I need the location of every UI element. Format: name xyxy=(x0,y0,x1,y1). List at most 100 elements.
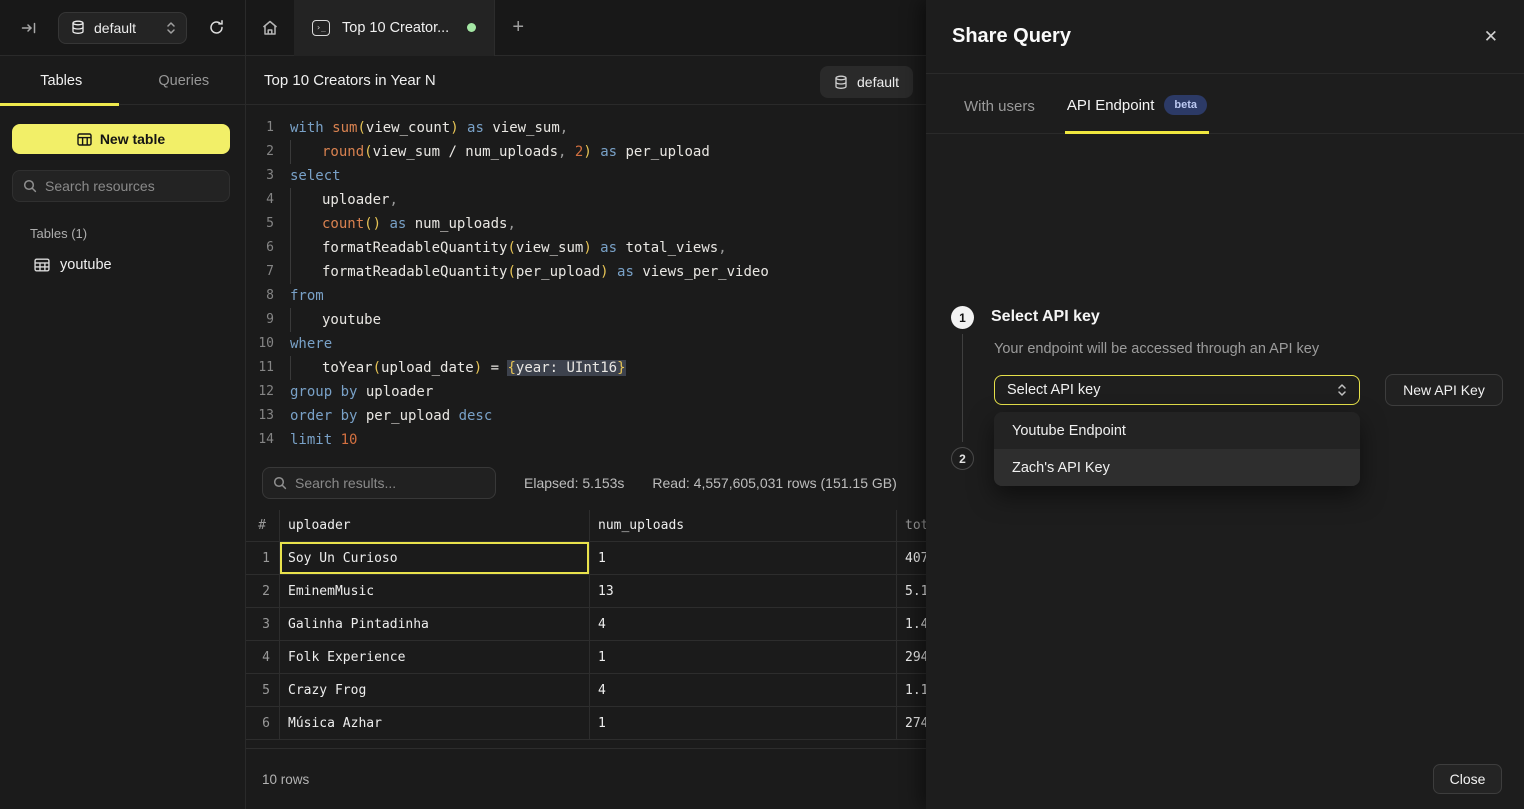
step-1-description: Your endpoint will be accessed through a… xyxy=(994,341,1319,357)
app-window: default ›_ Top 10 Creator... + xyxy=(0,0,1524,809)
new-table-label: New table xyxy=(100,131,165,147)
cell-num-uploads[interactable]: 4 xyxy=(590,674,897,706)
indent-guide xyxy=(290,308,322,332)
column-header-uploader[interactable]: uploader xyxy=(280,510,590,541)
indent-guide xyxy=(290,260,322,284)
topbar-left-section: default xyxy=(0,0,246,56)
new-api-key-button[interactable]: New API Key xyxy=(1385,374,1503,406)
line-number: 9 xyxy=(246,308,274,332)
read-stat: Read: 4,557,605,031 rows (151.15 GB) xyxy=(652,475,896,491)
query-tab-label: Top 10 Creator... xyxy=(342,20,449,36)
api-key-select[interactable]: Select API key xyxy=(994,375,1360,405)
table-icon xyxy=(77,133,92,146)
share-panel-title: Share Query xyxy=(952,25,1071,48)
search-icon xyxy=(23,179,37,193)
row-index: 5 xyxy=(246,674,280,706)
cell-num-uploads[interactable]: 4 xyxy=(590,608,897,640)
line-number: 6 xyxy=(246,236,274,260)
database-icon xyxy=(834,75,848,90)
code-text: formatReadableQuantity(view_sum) as tota… xyxy=(290,236,727,260)
cell-num-uploads[interactable]: 1 xyxy=(590,641,897,673)
api-key-step: 1 2 Select API key Your endpoint will be… xyxy=(926,134,1524,172)
query-title: Top 10 Creators in Year N xyxy=(264,72,436,89)
cell-num-uploads[interactable]: 13 xyxy=(590,575,897,607)
tab-with-users[interactable]: With users xyxy=(962,98,1037,133)
indent-guide xyxy=(290,356,322,380)
api-key-menu-item[interactable]: Youtube Endpoint xyxy=(994,412,1360,449)
row-index: 4 xyxy=(246,641,280,673)
code-text: uploader, xyxy=(290,188,398,212)
database-icon xyxy=(71,20,85,35)
indent-guide xyxy=(290,236,322,260)
row-index: 2 xyxy=(246,575,280,607)
new-table-button[interactable]: New table xyxy=(12,124,230,154)
collapse-sidebar-icon xyxy=(21,20,37,36)
home-button[interactable] xyxy=(246,0,294,56)
cell-uploader[interactable]: Folk Experience xyxy=(280,641,590,673)
api-key-menu-item[interactable]: Zach's API Key xyxy=(994,449,1360,486)
close-button[interactable]: Close xyxy=(1433,764,1502,794)
step-1-title: Select API key xyxy=(991,308,1100,326)
step-2-circle: 2 xyxy=(951,447,974,470)
query-tab[interactable]: ›_ Top 10 Creator... xyxy=(294,0,495,56)
sidebar-item-youtube[interactable]: youtube xyxy=(0,253,245,277)
home-icon xyxy=(261,19,279,37)
code-text: group by uploader xyxy=(290,380,433,404)
unsaved-status-dot xyxy=(467,23,476,32)
sidebar: Tables Queries New table Tables (1) yout… xyxy=(0,56,246,809)
database-selector[interactable]: default xyxy=(58,12,187,44)
tables-section-label: Tables (1) xyxy=(30,226,245,241)
results-search-input[interactable] xyxy=(295,475,485,491)
table-icon xyxy=(34,258,50,272)
cell-uploader[interactable]: Soy Un Curioso xyxy=(280,542,590,574)
resource-search-input[interactable] xyxy=(45,178,219,194)
cell-uploader[interactable]: EminemMusic xyxy=(280,575,590,607)
refresh-button[interactable] xyxy=(201,13,231,43)
indent-guide xyxy=(290,188,322,212)
row-index: 3 xyxy=(246,608,280,640)
beta-badge: beta xyxy=(1164,95,1207,115)
resource-search[interactable] xyxy=(12,170,230,202)
tab-queries[interactable]: Queries xyxy=(123,56,246,105)
cell-num-uploads[interactable]: 1 xyxy=(590,707,897,739)
new-tab-button[interactable]: + xyxy=(495,0,541,56)
code-text: order by per_upload desc xyxy=(290,404,492,428)
code-text: formatReadableQuantity(per_upload) as vi… xyxy=(290,260,769,284)
cell-uploader[interactable]: Música Azhar xyxy=(280,707,590,739)
line-number: 3 xyxy=(246,164,274,188)
share-panel-footer: Close xyxy=(926,748,1524,809)
elapsed-stat: Elapsed: 5.153s xyxy=(524,475,624,491)
line-number: 12 xyxy=(246,380,274,404)
api-key-dropdown-menu: Youtube EndpointZach's API Key xyxy=(994,412,1360,486)
sidebar-tabs: Tables Queries xyxy=(0,56,245,105)
column-header-index[interactable]: # xyxy=(246,510,280,541)
chevron-updown-icon xyxy=(1337,383,1347,397)
tab-api-endpoint[interactable]: API Endpoint beta xyxy=(1065,95,1209,133)
api-key-select-value: Select API key xyxy=(1007,382,1337,398)
search-icon xyxy=(273,476,287,490)
line-number: 10 xyxy=(246,332,274,356)
database-selector-value: default xyxy=(94,20,157,36)
cell-uploader[interactable]: Crazy Frog xyxy=(280,674,590,706)
share-panel-tabs: With users API Endpoint beta xyxy=(926,74,1524,134)
share-panel-header: Share Query ✕ xyxy=(926,0,1524,74)
cell-num-uploads[interactable]: 1 xyxy=(590,542,897,574)
line-number: 5 xyxy=(246,212,274,236)
collapse-sidebar-button[interactable] xyxy=(14,13,44,43)
cell-uploader[interactable]: Galinha Pintadinha xyxy=(280,608,590,640)
code-text: select xyxy=(290,164,341,188)
close-icon[interactable]: ✕ xyxy=(1484,27,1498,47)
run-database-selector[interactable]: default xyxy=(820,66,913,98)
tab-tables[interactable]: Tables xyxy=(0,56,123,105)
step-connector-line xyxy=(962,334,963,442)
code-text: where xyxy=(290,332,332,356)
results-search[interactable] xyxy=(262,467,496,499)
chevron-updown-icon xyxy=(166,21,176,35)
column-header-num-uploads[interactable]: num_uploads xyxy=(590,510,897,541)
indent-guide xyxy=(290,212,322,236)
code-text: round(view_sum / num_uploads, 2) as per_… xyxy=(290,140,710,164)
line-number: 14 xyxy=(246,428,274,452)
refresh-icon xyxy=(208,19,225,36)
code-text: limit 10 xyxy=(290,428,357,452)
table-item-label: youtube xyxy=(60,257,112,273)
